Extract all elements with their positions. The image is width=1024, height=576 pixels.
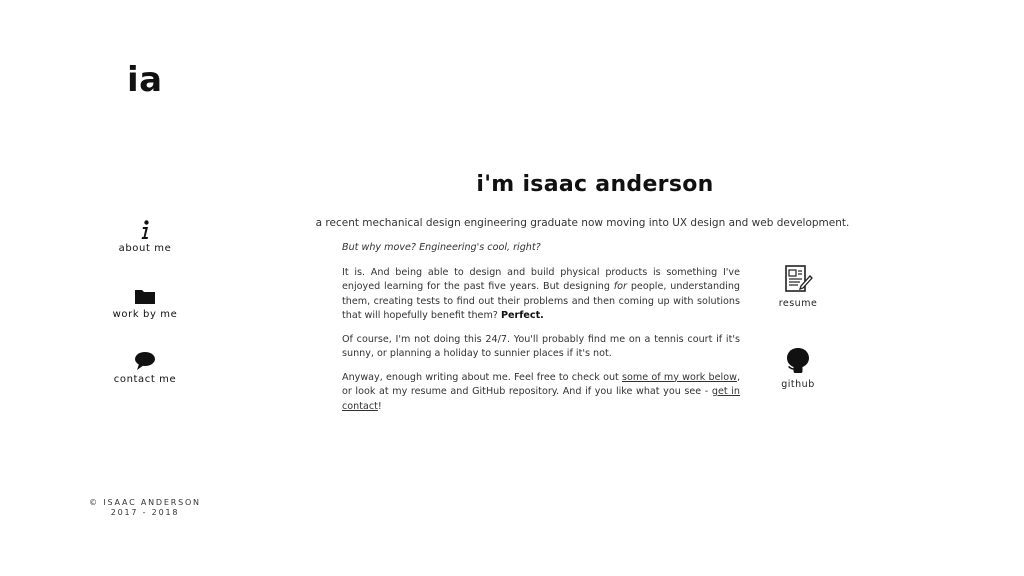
page-title: i'm isaac anderson xyxy=(476,172,714,197)
info-icon xyxy=(141,220,149,239)
github-icon xyxy=(787,348,809,373)
nav-work-by-me-label: work by me xyxy=(112,309,178,320)
work-link[interactable]: some of my work below xyxy=(622,372,737,383)
p1-emphasis: for xyxy=(613,281,627,292)
nav-contact-me-label: contact me xyxy=(113,374,177,385)
github-label: github xyxy=(781,379,815,390)
paragraph-3: Anyway, enough writing about me. Feel fr… xyxy=(342,371,740,415)
footer-copyright: © ISAAC ANDERSON xyxy=(89,498,201,507)
resume-icon xyxy=(785,265,813,292)
nav-about-me-label: about me xyxy=(118,243,172,254)
github-link[interactable]: github xyxy=(768,347,828,390)
intro-question: But why move? Engineering's cool, right? xyxy=(342,242,541,253)
about-content: But why move? Engineering's cool, right?… xyxy=(342,241,740,423)
folder-icon xyxy=(135,290,155,304)
p3-text-c: ! xyxy=(377,400,382,412)
p3-text-a: Anyway, enough writing about me. Feel fr… xyxy=(342,371,623,383)
nav-about-me[interactable]: about me xyxy=(105,220,185,254)
nav-work-by-me[interactable]: work by me xyxy=(105,286,185,320)
speech-bubble-icon xyxy=(135,352,155,370)
page-subtitle: a recent mechanical design engineering g… xyxy=(315,217,850,229)
p1-strong: Perfect. xyxy=(500,310,544,321)
footer: © ISAAC ANDERSON 2017 - 2018 xyxy=(60,498,230,518)
resume-label: resume xyxy=(778,298,818,309)
footer-years: 2017 - 2018 xyxy=(110,508,180,517)
paragraph-1: It is. And being able to design and buil… xyxy=(342,266,740,324)
resume-link[interactable]: resume xyxy=(768,264,828,309)
nav-contact-me[interactable]: contact me xyxy=(105,351,185,385)
site-logo[interactable]: ia xyxy=(127,60,163,100)
paragraph-2: Of course, I'm not doing this 24/7. You'… xyxy=(342,333,740,360)
